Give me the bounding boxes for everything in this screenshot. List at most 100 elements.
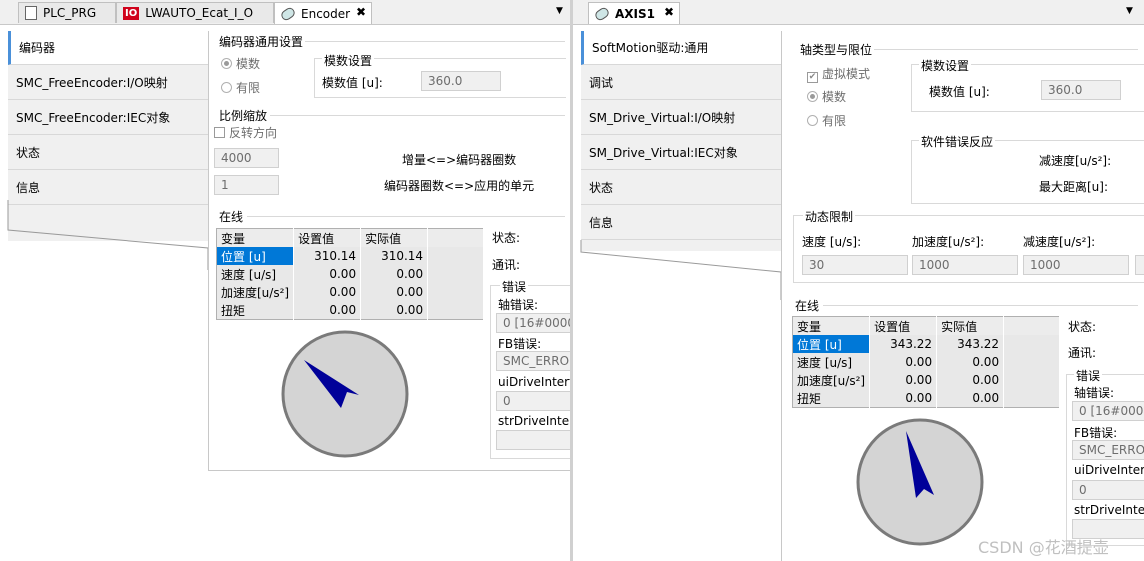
table-row[interactable]: 位置 [u] 343.22 343.22 — [792, 335, 1060, 353]
units-label: 编码器圈数<=>应用的单元 — [384, 179, 535, 193]
sw-error-title: 软件错误反应 — [919, 133, 996, 150]
nav-item-encoder[interactable]: 编码器 — [8, 31, 208, 65]
checkmark-icon: ✔ — [807, 72, 818, 83]
table-row[interactable]: 位置 [u] 310.14 310.14 — [216, 247, 484, 265]
column-header: 设置值 — [293, 228, 362, 247]
table-row[interactable]: 扭矩 0.00 0.00 — [792, 389, 1060, 408]
jerk-field[interactable] — [1135, 255, 1144, 275]
nav-item-io-mapping[interactable]: SM_Drive_Virtual:I/O映射 — [581, 101, 781, 135]
position-dial — [856, 418, 984, 546]
deceleration-field[interactable]: 1000 — [1023, 255, 1129, 275]
section-title-encoder-general: 编码器通用设置 — [219, 35, 304, 49]
cell-empty — [1003, 335, 1060, 353]
modulo-value-field[interactable]: 360.0 — [1041, 80, 1121, 100]
fb-error-field[interactable]: SMC_ERROR. — [496, 351, 570, 371]
divider — [247, 216, 565, 217]
virtual-mode-checkbox[interactable]: ✔ 虚拟模式 — [807, 65, 870, 83]
checkbox-label: 反转方向 — [229, 126, 278, 140]
str-drive-interface-field[interactable] — [496, 430, 570, 450]
radio-modulo[interactable]: 模数 — [221, 55, 260, 72]
tab-lwauto-ecat-io[interactable]: IO LWAUTO_Ecat_I_O — [116, 2, 274, 23]
cell-act: 310.14 — [360, 247, 429, 265]
close-icon[interactable]: ✖ — [356, 5, 366, 19]
max-distance-label: 最大距离[u]: — [1039, 180, 1109, 194]
axis-icon — [593, 5, 611, 22]
drive-interface-label: uiDriveInterf — [1074, 463, 1144, 477]
acceleration-field[interactable]: 1000 — [912, 255, 1018, 275]
cell-empty — [1003, 371, 1060, 389]
tab-label: AXIS1 — [615, 6, 655, 21]
chevron-down-icon[interactable]: ▼ — [1126, 6, 1133, 16]
cell-set: 0.00 — [869, 389, 938, 408]
modulo-value-field[interactable]: 360.0 — [421, 71, 501, 91]
online-values-table: 变量 设置值 实际值 位置 [u] 343.22 343.22 速度 [u/s]… — [792, 316, 1060, 408]
axis-error-field[interactable]: 0 [16#00000 — [1072, 401, 1144, 421]
column-header: 实际值 — [936, 316, 1005, 335]
cell-set: 343.22 — [869, 335, 938, 353]
nav-label: SM_Drive_Virtual:IEC对象 — [589, 146, 738, 160]
modulo-settings-title: 模数设置 — [919, 57, 972, 74]
status-label: 状态: — [492, 231, 521, 245]
online-values-table: 变量 设置值 实际值 位置 [u] 310.14 310.14 速度 [u/s]… — [216, 228, 484, 320]
watermark: CSDN @花酒提壶 — [978, 538, 1109, 557]
radio-finite[interactable]: 有限 — [221, 79, 260, 96]
increments-field[interactable]: 4000 — [214, 148, 279, 168]
column-header: 变量 — [216, 228, 295, 247]
velocity-label: 速度 [u/s]: — [802, 235, 862, 249]
nav-item-commissioning[interactable]: 调试 — [581, 66, 781, 100]
increments-label: 增量<=>编码器圈数 — [402, 153, 517, 167]
radio-label: 模数 — [236, 57, 261, 71]
divider — [208, 31, 209, 471]
table-row[interactable]: 速度 [u/s] 0.00 0.00 — [792, 353, 1060, 371]
checkbox-icon — [214, 127, 225, 138]
velocity-field[interactable]: 30 — [802, 255, 908, 275]
fb-error-field[interactable]: SMC_ERROR_ — [1072, 440, 1144, 460]
tab-plc-prg[interactable]: PLC_PRG — [18, 2, 116, 23]
nav-item-iec-object[interactable]: SMC_FreeEncoder:IEC对象 — [8, 101, 208, 135]
cell-name: 速度 [u/s] — [792, 353, 871, 371]
nav-item-drive-general[interactable]: SoftMotion驱动:通用 — [581, 31, 781, 65]
radio-modulo[interactable]: 模数 — [807, 88, 846, 105]
nav-label: 状态 — [16, 146, 41, 160]
column-header: 变量 — [792, 316, 871, 335]
reverse-direction-checkbox[interactable]: 反转方向 — [214, 124, 277, 141]
error-title: 错误 — [500, 278, 529, 295]
cell-name: 位置 [u] — [792, 335, 871, 353]
tab-axis1[interactable]: AXIS1 ✖ — [588, 2, 680, 24]
axis-error-field[interactable]: 0 [16#000000 — [496, 313, 570, 333]
column-header — [1003, 316, 1060, 335]
radio-finite[interactable]: 有限 — [807, 112, 846, 129]
fb-error-label: FB错误: — [1074, 426, 1118, 440]
radio-label: 模数 — [822, 90, 847, 104]
tab-label: Encoder — [301, 6, 351, 21]
nav-item-iec-object[interactable]: SM_Drive_Virtual:IEC对象 — [581, 136, 781, 170]
table-row[interactable]: 扭矩 0.00 0.00 — [216, 301, 484, 320]
nav-item-io-mapping[interactable]: SMC_FreeEncoder:I/O映射 — [8, 66, 208, 100]
cell-set: 310.14 — [293, 247, 362, 265]
section-title-axis-type: 轴类型与限位 — [800, 43, 873, 57]
units-field[interactable]: 1 — [214, 175, 279, 195]
cell-set: 0.00 — [293, 283, 362, 301]
nav-item-status[interactable]: 状态 — [581, 171, 781, 205]
close-icon[interactable]: ✖ — [664, 5, 674, 19]
acceleration-label: 加速度[u/s²]: — [912, 235, 985, 249]
cell-act: 0.00 — [936, 353, 1005, 371]
nav-item-status[interactable]: 状态 — [8, 136, 208, 170]
drive-interface-field[interactable]: 0 — [496, 391, 570, 411]
nav-label: SMC_FreeEncoder:IEC对象 — [16, 111, 171, 125]
cell-act: 0.00 — [360, 283, 429, 301]
cell-name: 速度 [u/s] — [216, 265, 295, 283]
table-row[interactable]: 加速度[u/s²] 0.00 0.00 — [792, 371, 1060, 389]
divider — [874, 49, 1138, 50]
table-row[interactable]: 速度 [u/s] 0.00 0.00 — [216, 265, 484, 283]
column-header: 实际值 — [360, 228, 429, 247]
table-row[interactable]: 加速度[u/s²] 0.00 0.00 — [216, 283, 484, 301]
nav-item-info[interactable]: 信息 — [581, 206, 781, 240]
divider — [781, 31, 782, 561]
axis-error-label: 轴错误: — [1074, 386, 1115, 400]
modulo-value-label: 模数值 [u]: — [322, 76, 383, 90]
chevron-down-icon[interactable]: ▼ — [556, 6, 563, 16]
modulo-value-label: 模数值 [u]: — [929, 85, 990, 99]
drive-interface-field[interactable]: 0 — [1072, 480, 1144, 500]
tab-encoder[interactable]: Encoder ✖ — [274, 2, 372, 24]
